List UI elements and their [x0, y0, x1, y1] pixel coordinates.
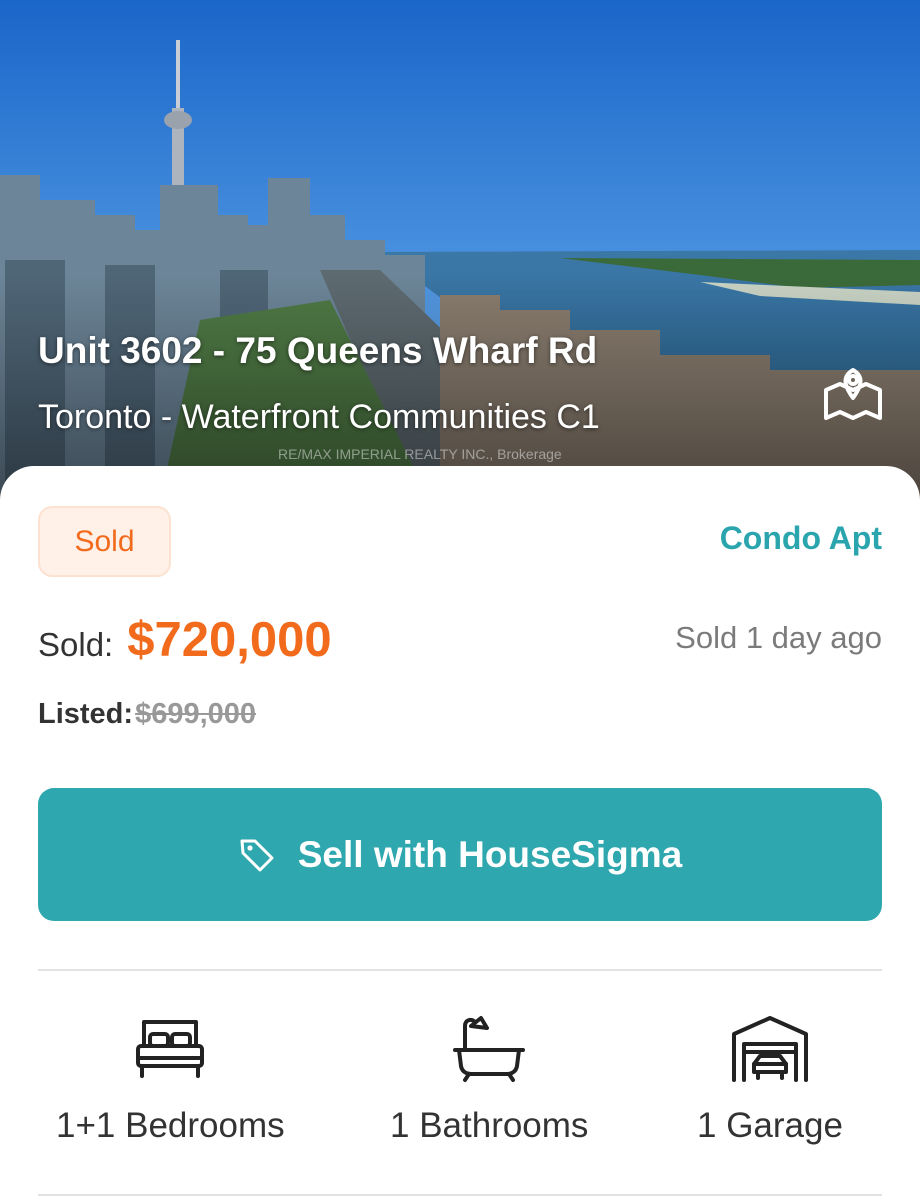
- sell-with-housesigma-button[interactable]: Sell with HouseSigma: [38, 788, 882, 921]
- feature-garage-label: 1 Garage: [697, 1106, 843, 1145]
- listing-subtitle: Toronto - Waterfront Communities C1: [38, 398, 600, 436]
- feature-bathrooms-label: 1 Bathrooms: [390, 1106, 589, 1145]
- listed-price-row: Listed: $699,000: [38, 698, 256, 731]
- bed-icon: [136, 1020, 205, 1078]
- listing-title: Unit 3602 - 75 Queens Wharf Rd: [38, 330, 598, 371]
- listed-label: Listed:: [38, 698, 134, 730]
- property-type: Condo Apt: [719, 520, 882, 556]
- sold-price: $720,000: [127, 613, 332, 667]
- bathtub-icon: [453, 1016, 526, 1082]
- hero-photo: Unit 3602 - 75 Queens Wharf Rd Toronto -…: [0, 0, 920, 500]
- listing-details-card: Sold Condo Apt Sold: $720,000 Sold 1 day…: [0, 466, 920, 1200]
- sold-label: Sold:: [38, 626, 114, 663]
- divider: [38, 1194, 882, 1196]
- map-button[interactable]: [818, 362, 888, 424]
- sell-button-label: Sell with HouseSigma: [297, 833, 683, 875]
- feature-bedrooms-label: 1+1 Bedrooms: [56, 1106, 285, 1145]
- photo-credit: RE/MAX IMPERIAL REALTY INC., Brokerage: [278, 446, 562, 462]
- feature-bathrooms: 1 Bathrooms: [390, 1014, 588, 1146]
- listed-price: $699,000: [135, 698, 257, 730]
- divider: [38, 969, 882, 971]
- map-pin-icon: [824, 368, 882, 420]
- status-badge: Sold: [38, 506, 171, 577]
- tag-icon: [240, 839, 274, 871]
- garage-icon: [731, 1016, 808, 1082]
- sold-price-row: Sold: $720,000: [38, 612, 332, 668]
- sold-time-ago: Sold 1 day ago: [675, 620, 882, 655]
- feature-bedrooms: 1+1 Bedrooms: [56, 1014, 285, 1146]
- feature-garage: 1 Garage: [697, 1014, 843, 1146]
